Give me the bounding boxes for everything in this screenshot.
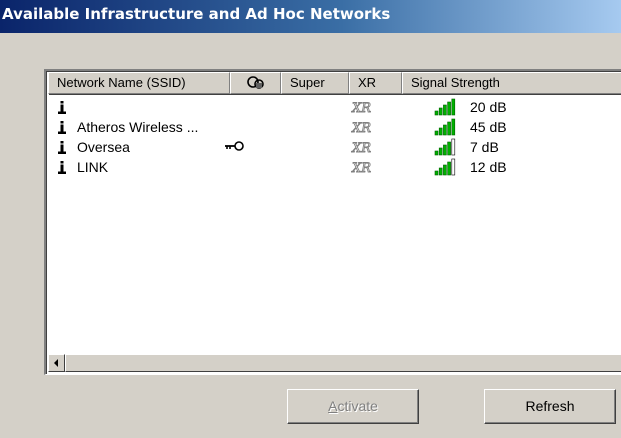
xr-icon: XR <box>351 121 371 136</box>
network-row[interactable]: Oversea XR 7 dB <box>48 138 621 158</box>
title-bar: Available Infrastructure and Ad Hoc Netw… <box>0 0 621 33</box>
network-row[interactable]: Atheros Wireless ... XR 45 dB <box>48 118 621 138</box>
horizontal-scrollbar[interactable] <box>48 354 621 372</box>
network-row[interactable]: XR 20 dB <box>48 98 621 118</box>
column-header-ssid[interactable]: Network Name (SSID) <box>48 72 230 94</box>
xr-icon: XR <box>351 161 371 176</box>
signal-strength-icon <box>434 118 456 136</box>
scroll-left-button[interactable] <box>48 354 65 372</box>
refresh-button[interactable]: Refresh <box>484 389 616 424</box>
network-list[interactable]: Network Name (SSID) Super XR Signal Stre… <box>44 69 621 375</box>
signal-strength-icon <box>434 98 456 116</box>
xr-icon: XR <box>351 141 371 156</box>
svg-text:XR: XR <box>351 141 371 156</box>
signal-value: 45 dB <box>470 119 507 135</box>
scroll-thumb[interactable] <box>65 354 621 372</box>
infrastructure-person-icon <box>58 101 66 114</box>
network-ssid: LINK <box>77 159 109 175</box>
activate-button[interactable]: Activate <box>287 389 419 424</box>
infrastructure-person-icon <box>58 141 66 154</box>
xr-icon: XR <box>351 101 371 116</box>
window-title: Available Infrastructure and Ad Hoc Netw… <box>2 5 391 23</box>
column-header-signal[interactable]: Signal Strength <box>402 72 621 94</box>
signal-value: 20 dB <box>470 99 507 115</box>
svg-text:XR: XR <box>351 121 371 136</box>
key-icon <box>225 141 244 151</box>
signal-strength-icon <box>434 138 456 156</box>
security-lock-icon <box>246 76 264 89</box>
network-ssid: Oversea <box>77 139 130 155</box>
network-rows: XR 20 dB Atheros Wireless ... XR 45 dB Overse… <box>48 98 621 178</box>
svg-text:XR: XR <box>351 101 371 116</box>
network-ssid: Atheros Wireless ... <box>77 119 199 135</box>
list-header: Network Name (SSID) Super XR Signal Stre… <box>48 72 621 94</box>
column-header-security[interactable] <box>230 72 281 94</box>
signal-strength-icon <box>434 158 456 176</box>
column-header-xr[interactable]: XR <box>349 72 402 94</box>
svg-text:XR: XR <box>351 161 371 176</box>
infrastructure-person-icon <box>58 161 66 174</box>
signal-value: 12 dB <box>470 159 507 175</box>
column-header-super[interactable]: Super <box>281 72 349 94</box>
infrastructure-person-icon <box>58 121 66 134</box>
signal-value: 7 dB <box>470 139 499 155</box>
arrow-left-icon <box>54 359 58 367</box>
network-row[interactable]: LINK XR 12 dB <box>48 158 621 178</box>
activate-label: ctivate <box>337 398 378 414</box>
